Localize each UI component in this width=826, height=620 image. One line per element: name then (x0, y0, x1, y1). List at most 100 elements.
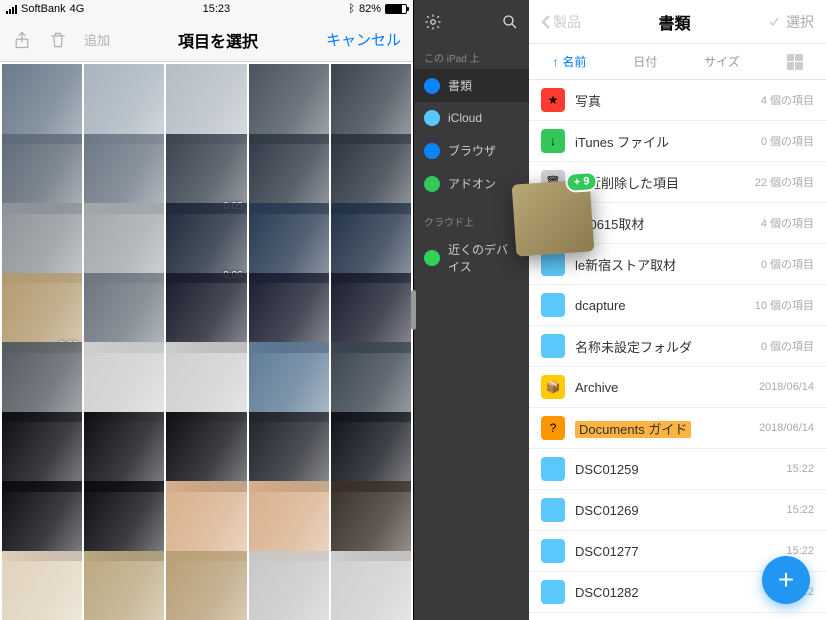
photo-thumb[interactable] (249, 481, 329, 561)
photo-thumb[interactable] (84, 273, 164, 353)
file-row[interactable]: DSC0126915:22 (529, 490, 826, 531)
photo-thumb[interactable] (166, 342, 246, 422)
sort-size[interactable]: サイズ (704, 53, 740, 70)
file-meta: 15:22 (786, 504, 814, 516)
sort-date[interactable]: 日付 (633, 53, 657, 70)
photo-thumb[interactable] (2, 203, 82, 283)
share-icon[interactable] (12, 30, 32, 50)
file-row[interactable]: DSC0125915:22 (529, 449, 826, 490)
select-button[interactable]: 選択 (768, 12, 814, 32)
file-name: DSC01277 (575, 544, 776, 559)
battery-pct: 82% (359, 3, 381, 15)
photo-thumb[interactable]: 0:06 (166, 203, 246, 283)
sidebar-item-icon (424, 250, 440, 266)
search-icon[interactable] (501, 13, 519, 31)
documents-app: この iPad 上 書類iCloudブラウザアドオン クラウド上 近くのデバイス… (413, 0, 826, 620)
drag-count-badge: + 9 (565, 171, 598, 193)
photo-thumb[interactable] (166, 273, 246, 353)
sidebar-item[interactable]: ブラウザ (414, 134, 529, 167)
chevron-left-icon (541, 14, 551, 30)
photo-thumb[interactable] (331, 203, 411, 283)
bluetooth-icon: ᛒ (348, 3, 355, 15)
add-label[interactable]: 追加 (84, 30, 110, 49)
cancel-button[interactable]: キャンセル (326, 29, 401, 50)
photo-thumb[interactable] (331, 551, 411, 620)
sidebar-item-label: ブラウザ (448, 142, 496, 159)
trash-icon[interactable] (48, 30, 68, 50)
sidebar-item[interactable]: 近くのデバイス (414, 233, 529, 283)
file-row[interactable]: ?Documents ガイド2018/06/14 (529, 408, 826, 449)
file-row[interactable]: 📦Archive2018/06/14 (529, 367, 826, 408)
add-fab[interactable]: + (762, 556, 810, 604)
photo-thumb[interactable] (84, 342, 164, 422)
sidebar-item[interactable]: iCloud (414, 102, 529, 134)
photo-thumb[interactable] (166, 551, 246, 620)
photo-thumb[interactable] (84, 551, 164, 620)
sort-name[interactable]: ↑ 名前 (552, 53, 586, 70)
back-label: 製品 (553, 12, 581, 32)
photo-thumb[interactable] (331, 273, 411, 353)
photo-thumb[interactable] (84, 64, 164, 144)
photo-thumb[interactable] (249, 412, 329, 492)
photos-app: SoftBank 4G 15:23 ᛒ 82% 追加 項目を選択 キャンセル 0… (0, 0, 413, 620)
file-row[interactable]: ★写真4 個の項目 (529, 80, 826, 121)
photo-thumb[interactable]: 0:05 (166, 134, 246, 214)
file-row[interactable]: 名称未設定フォルダ0 個の項目 (529, 326, 826, 367)
file-name: Documents ガイド (575, 419, 749, 438)
photo-thumb[interactable] (84, 134, 164, 214)
content-title: 書類 (658, 10, 690, 34)
file-name: 名称未設定フォルダ (575, 337, 751, 356)
view-grid-icon[interactable] (787, 54, 803, 70)
clock-label: 15:23 (203, 3, 231, 15)
photo-thumb[interactable] (331, 481, 411, 561)
photo-thumb[interactable] (249, 342, 329, 422)
photo-thumb[interactable] (2, 551, 82, 620)
drag-preview[interactable]: + 9 (512, 179, 595, 256)
photo-thumb[interactable] (2, 481, 82, 561)
photos-header: 追加 項目を選択 キャンセル (0, 18, 413, 62)
photo-thumb[interactable] (84, 412, 164, 492)
photo-thumb[interactable] (2, 342, 82, 422)
photo-thumb[interactable] (166, 412, 246, 492)
split-view-handle[interactable] (411, 290, 416, 330)
file-row[interactable]: dcapture10 個の項目 (529, 285, 826, 326)
file-icon (541, 498, 565, 522)
photo-thumb[interactable] (331, 64, 411, 144)
file-list[interactable]: ★写真4 個の項目↓iTunes ファイル0 個の項目🗑最近削除した項目22 個… (529, 80, 826, 620)
sidebar-item-label: アドオン (448, 175, 496, 192)
file-icon: ★ (541, 88, 565, 112)
photo-thumb[interactable] (249, 273, 329, 353)
photo-thumb[interactable] (166, 64, 246, 144)
photo-thumb[interactable] (249, 551, 329, 620)
photo-thumb[interactable] (2, 134, 82, 214)
photo-thumb[interactable] (84, 203, 164, 283)
photo-thumb[interactable] (249, 203, 329, 283)
file-name: 最近削除した項目 (575, 173, 745, 192)
photo-thumb[interactable] (331, 134, 411, 214)
photo-grid[interactable]: 0:050:06 0:09 (0, 62, 413, 620)
photo-thumb[interactable] (2, 64, 82, 144)
settings-icon[interactable] (424, 13, 442, 31)
file-row[interactable]: ↓iTunes ファイル0 個の項目 (529, 121, 826, 162)
photo-thumb[interactable] (249, 64, 329, 144)
photo-thumb[interactable] (331, 342, 411, 422)
back-button[interactable]: 製品 (541, 12, 581, 32)
battery-icon (385, 4, 407, 14)
file-meta: 22 個の項目 (755, 174, 814, 190)
file-meta: 0 個の項目 (761, 256, 814, 272)
file-meta: 2018/06/14 (759, 422, 814, 434)
file-name: iTunes ファイル (575, 132, 751, 151)
photo-thumb[interactable] (2, 412, 82, 492)
sidebar-item-icon (424, 78, 440, 94)
photo-thumb[interactable]: 0:09 (2, 273, 82, 353)
sidebar-item-label: 近くのデバイス (448, 241, 519, 275)
photo-thumb[interactable] (166, 481, 246, 561)
sidebar-item-label: 書類 (448, 77, 472, 94)
photo-thumb[interactable] (84, 481, 164, 561)
photo-thumb[interactable] (249, 134, 329, 214)
sidebar-item[interactable]: 書類 (414, 69, 529, 102)
file-row[interactable]: DSC0128715:22 (529, 613, 826, 620)
file-icon (541, 539, 565, 563)
photo-thumb[interactable] (331, 412, 411, 492)
status-bar: SoftBank 4G 15:23 ᛒ 82% (0, 0, 413, 18)
